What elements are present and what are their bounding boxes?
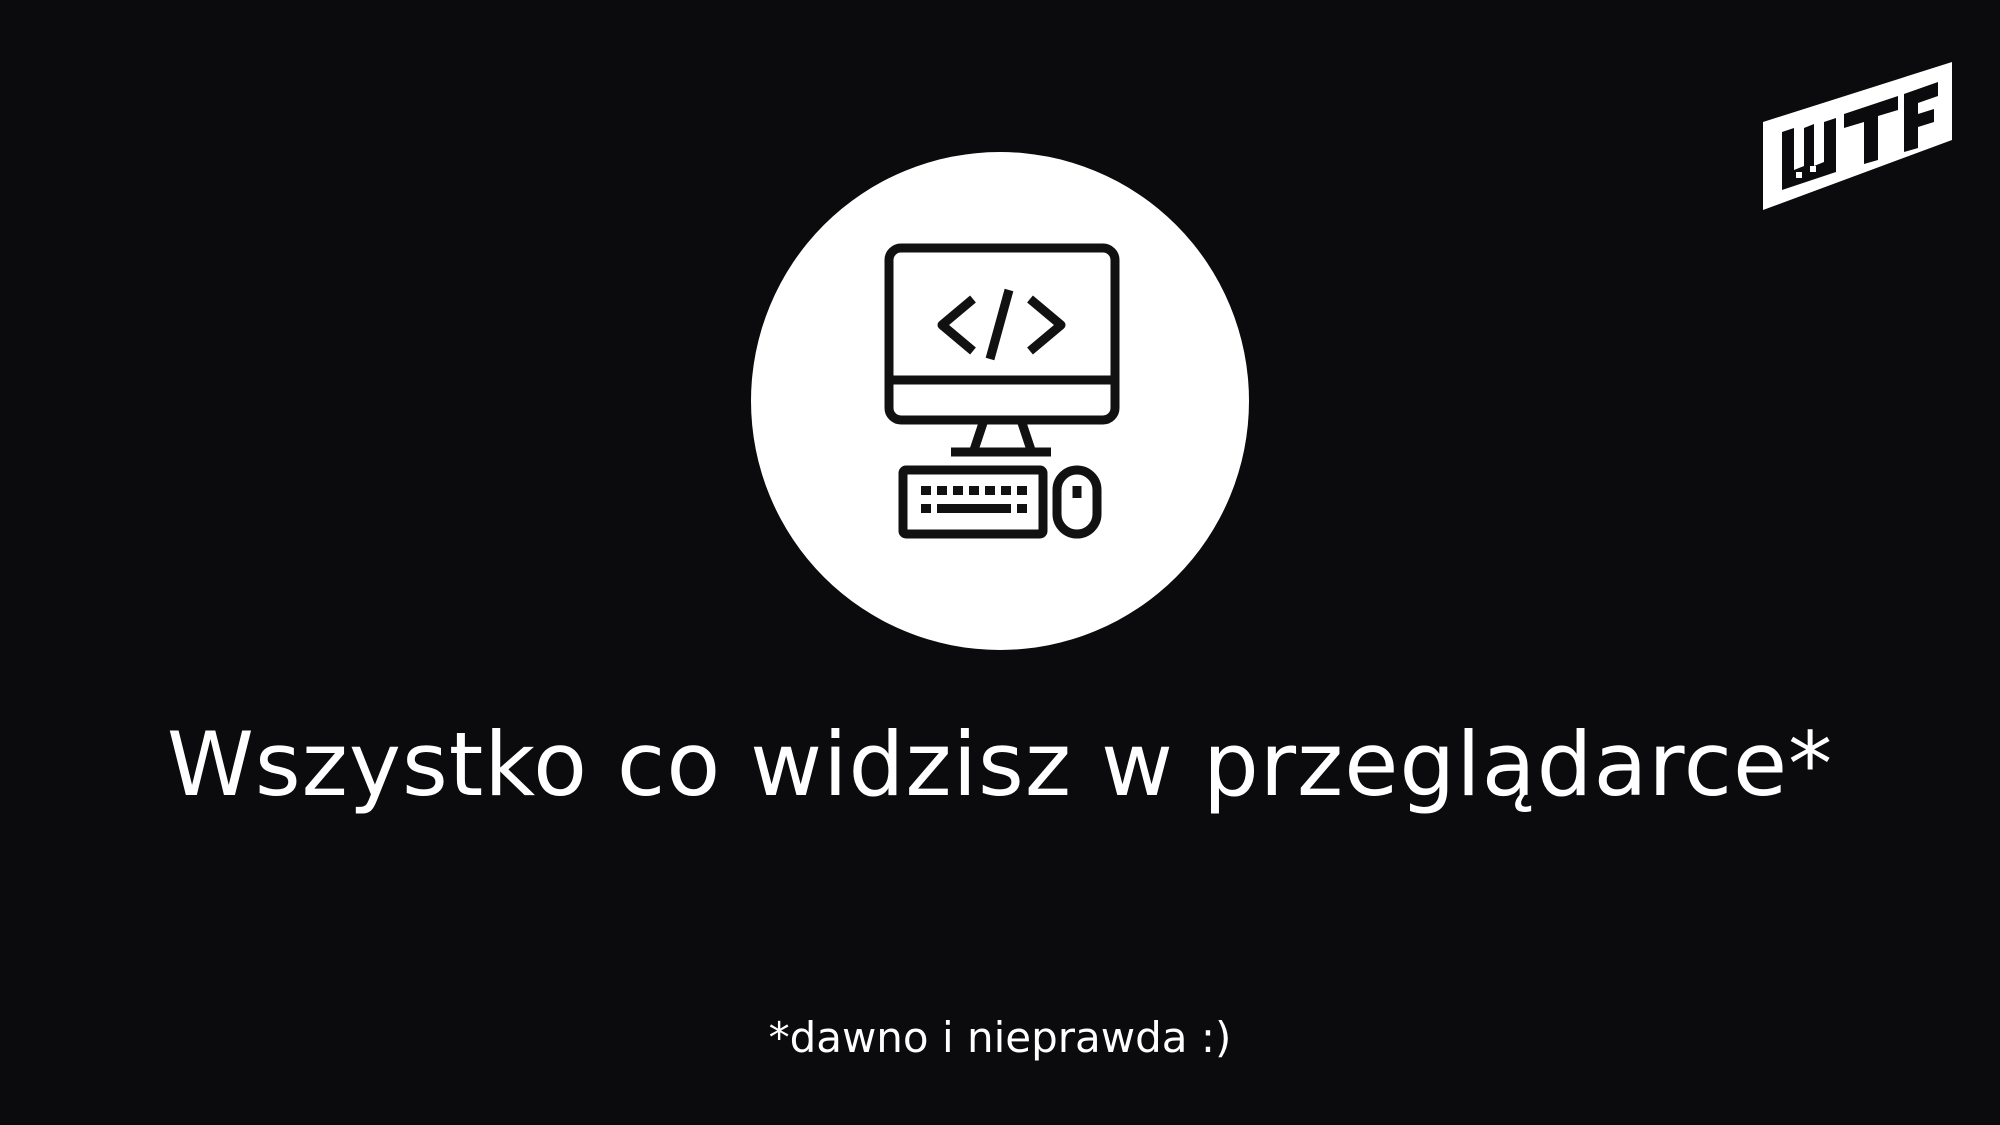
computer-code-icon bbox=[884, 243, 1120, 539]
footnote: *dawno i nieprawda :) bbox=[768, 1013, 1232, 1062]
headline: Wszystko co widzisz w przeglądarce* bbox=[166, 713, 1834, 816]
slide: Wszystko co widzisz w przeglądarce* *daw… bbox=[0, 0, 2000, 1125]
icon-circle bbox=[751, 152, 1249, 650]
wtf-logo bbox=[1763, 62, 1952, 210]
